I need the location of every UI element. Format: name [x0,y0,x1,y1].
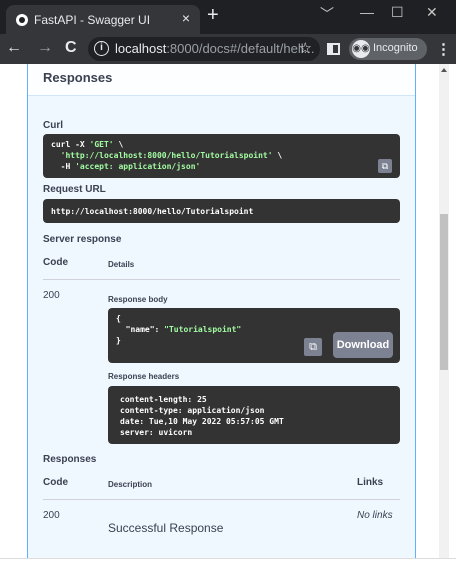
forward-icon[interactable]: → [37,39,53,57]
maximize-window-icon[interactable]: ☐ [391,4,404,21]
curl-method: 'GET' [89,140,114,149]
body-open-brace: { [116,314,121,323]
curl-line2-indent [51,151,61,160]
address-bar[interactable]: i localhost:8000/docs#/default/hell... ☆ [88,37,320,61]
side-panel-icon[interactable] [327,43,340,55]
curl-code-block[interactable]: curl -X 'GET' \ 'http://localhost:8000/h… [43,134,400,178]
url-host: localhost [115,41,167,56]
description-header: Description [108,480,153,489]
response-description: Successful Response [108,521,224,535]
response-headers-label: Response headers [108,372,180,381]
response-body-label: Response body [108,295,168,304]
curl-line2-suffix: \ [272,151,283,160]
url-text[interactable]: localhost:8000/docs#/default/hell... [115,41,314,56]
curl-line1-prefix: curl -X [51,140,90,149]
server-response-label: Server response [43,234,122,245]
response-headers-text: content-length: 25 content-type: applica… [120,395,284,437]
curl-line1-suffix: \ [113,140,124,149]
curl-url: 'http://localhost:8000/hello/Tutorialspo… [60,151,273,160]
curl-label: Curl [43,120,63,131]
fastapi-favicon-icon [16,14,28,26]
browser-menu-icon[interactable]: ⋮ [436,40,451,58]
responses-section-title: Responses [43,70,113,85]
window-bottom-edge [0,558,456,566]
scroll-up-arrow-icon[interactable] [441,68,447,72]
responses-table-divider [43,499,400,500]
browser-tab[interactable]: FastAPI - Swagger UI × [6,5,200,34]
minimize-window-icon[interactable]: — [360,4,374,20]
copy-curl-icon[interactable]: ⧉ [378,159,392,173]
incognito-label: Incognito [373,42,418,54]
request-url-label: Request URL [43,184,106,195]
body-close-brace: } [116,336,121,345]
links-header: Links [357,477,384,488]
server-response-code: 200 [43,290,60,301]
body-key: "name": [116,325,165,334]
tab-search-icon[interactable]: ﹀ [320,4,334,24]
curl-header: 'accept: application/json' [75,162,201,171]
response-headers-code-block[interactable]: content-length: 25 content-type: applica… [108,386,400,444]
responses-code: 200 [43,510,60,521]
body-value: "Tutorialspoint" [164,325,242,334]
download-button[interactable]: Download [333,332,393,358]
close-window-icon[interactable]: ✕ [426,4,438,21]
copy-response-icon[interactable]: ⧉ [304,338,322,356]
request-url-code-block[interactable]: http://localhost:8000/hello/Tutorialspoi… [43,199,400,223]
responses-section-header: Responses [28,64,415,96]
response-links: No links [357,510,393,521]
page-viewport: Responses Curl curl -X 'GET' \ 'http://l… [0,64,439,558]
tab-title: FastAPI - Swagger UI [34,13,151,27]
incognito-badge[interactable]: ◉◉ Incognito [349,38,427,60]
back-icon[interactable]: ← [6,39,22,57]
new-tab-icon[interactable]: + [207,5,219,25]
incognito-icon: ◉◉ [352,40,370,58]
details-header: Details [108,260,135,269]
responses-code-header: Code [43,477,68,488]
browser-toolbar: ← → C i localhost:8000/docs#/default/hel… [0,34,456,64]
responses-table-label: Responses [43,454,97,465]
server-code-header: Code [43,257,68,268]
browser-tab-bar: FastAPI - Swagger UI × + ﹀ — ☐ ✕ [0,0,456,34]
url-path: :8000/docs#/default/hell... [166,41,315,56]
reload-icon[interactable]: C [65,39,77,57]
request-url-value: http://localhost:8000/hello/Tutorialspoi… [51,207,254,216]
tab-close-icon[interactable]: × [182,10,190,26]
bookmark-star-icon[interactable]: ☆ [299,39,312,57]
get-operation-block: Responses Curl curl -X 'GET' \ 'http://l… [27,64,416,558]
scrollbar-thumb[interactable] [440,214,448,370]
site-info-icon[interactable]: i [94,41,109,56]
curl-line3-prefix: -H [51,162,76,171]
server-response-divider [43,279,400,280]
